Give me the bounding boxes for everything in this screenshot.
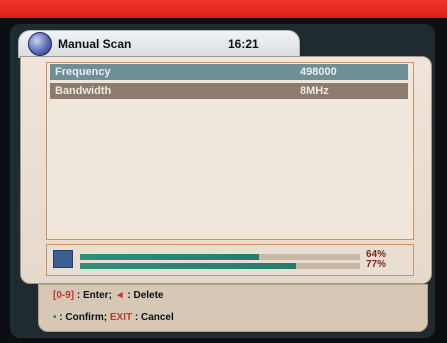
frequency-value[interactable]: 498000 [300, 66, 337, 78]
help-text-cancel: : Cancel [134, 312, 174, 323]
signal-strength-bar [80, 254, 360, 260]
help-text-delete: : Delete [127, 290, 164, 301]
signal-quality-percent: 77% [366, 259, 387, 270]
signal-quality-fill [80, 263, 296, 269]
signal-strength-fill [80, 254, 260, 260]
window-title: Manual Scan [58, 37, 132, 51]
left-arrow-icon: ◄ [114, 290, 125, 301]
signal-quality-bar [80, 263, 360, 269]
exit-key: EXIT [109, 312, 133, 323]
clock-time: 16:21 [228, 37, 259, 51]
help-text-confirm: : Confirm; [59, 312, 108, 323]
bandwidth-label: Bandwidth [55, 85, 112, 97]
signal-panel [46, 244, 414, 276]
frequency-label: Frequency [55, 66, 111, 78]
help-line-1: [0-9] : Enter; ◄ : Delete [53, 290, 164, 301]
green-dot-icon: • [53, 312, 57, 323]
top-red-bar [0, 0, 447, 18]
signal-icon [53, 250, 73, 268]
globe-icon [28, 32, 52, 56]
help-text-enter: : Enter; [76, 290, 112, 301]
frequency-row[interactable]: Frequency 498000 [50, 64, 408, 80]
bandwidth-row[interactable]: Bandwidth 8MHz [50, 83, 408, 99]
help-line-2: • : Confirm; EXIT : Cancel [53, 312, 174, 323]
bandwidth-value[interactable]: 8MHz [300, 85, 329, 97]
help-key-numbers: [0-9] [53, 290, 75, 301]
